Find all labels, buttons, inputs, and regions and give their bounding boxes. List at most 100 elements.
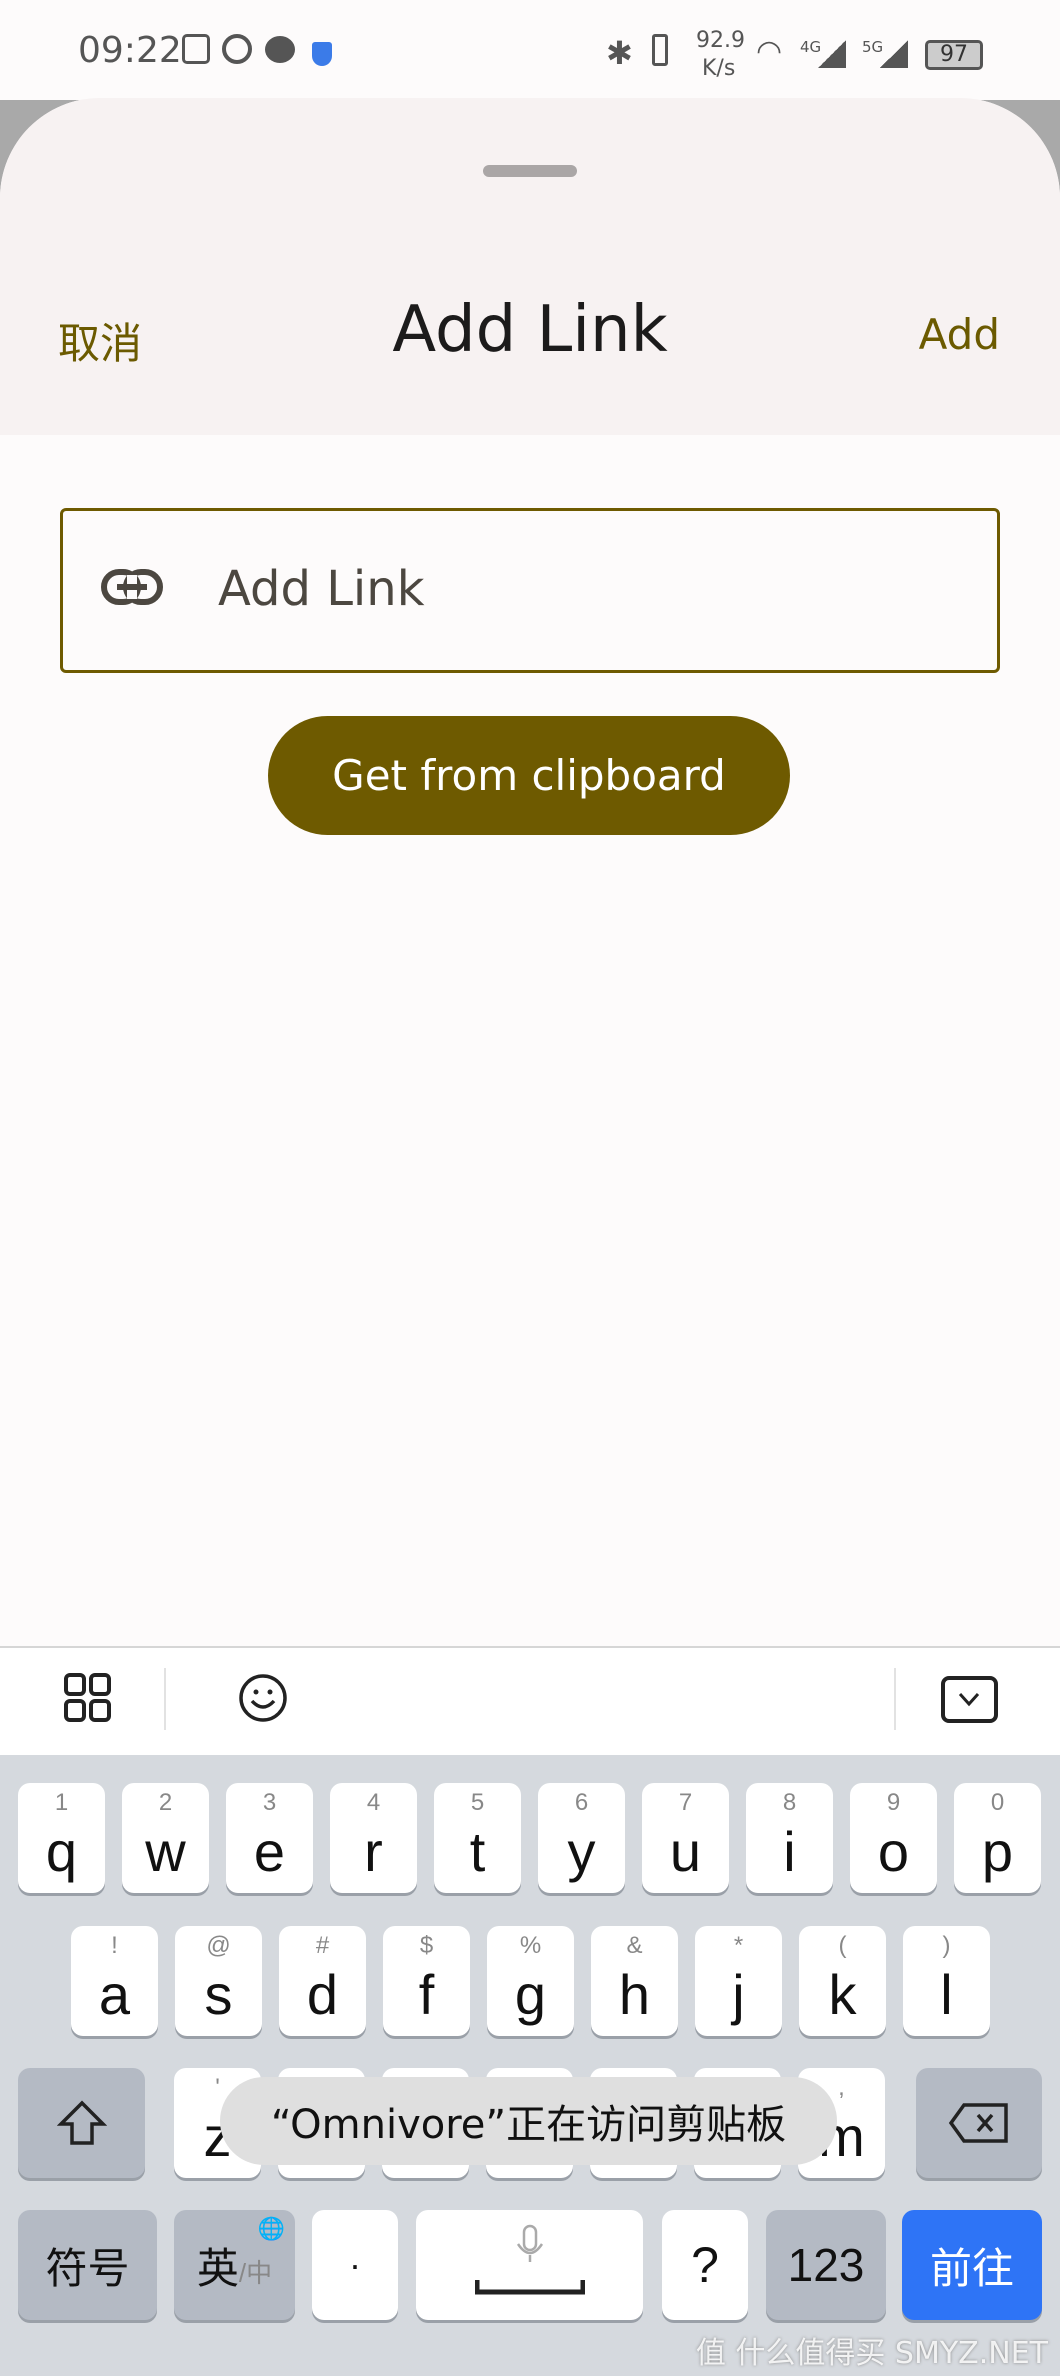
key-a[interactable]: ! a [71,1926,158,2036]
sheet-header: 取消 Add Link Add [0,98,1060,435]
status-bar: 09:22 ✱ 92.9 K/s ◠ 4G 5G 97 [0,0,1060,100]
keyboard-toolbar [0,1646,1060,1756]
key-secondary: # [315,1932,330,1959]
link-icon [101,569,163,605]
key-label: a [98,1962,131,2026]
emoji-icon[interactable] [238,1673,288,1723]
key-label: q [45,1819,78,1883]
signal-icon [880,40,908,68]
key-secondary: 7 [678,1789,693,1816]
go-key[interactable]: 前往 [902,2210,1042,2320]
key-secondary: @ [206,1932,231,1959]
key-label: w [145,1819,186,1883]
key-d[interactable]: # d [279,1926,366,2036]
alarm-icon [222,34,252,64]
key-secondary: 2 [158,1789,173,1816]
space-mic-icon [474,2224,585,2295]
net-speed: 92.9 [696,28,745,53]
key-e[interactable]: 3e [226,1783,313,1893]
key-secondary: * [733,1932,744,1959]
key-s[interactable]: @ s [175,1926,262,2036]
key-secondary: & [626,1932,643,1959]
lang-alt: /中 [238,2257,273,2288]
key-k[interactable]: (k [799,1926,886,2036]
key-l[interactable]: ) l [903,1926,990,2036]
key-label: p [981,1819,1014,1883]
shift-key[interactable] [18,2068,145,2178]
key-label: j [732,1962,745,2026]
key-label: r [364,1819,383,1883]
link-input[interactable]: Add Link [60,508,1000,673]
add-link-sheet: 取消 Add Link Add Add Link Get from clipbo… [0,98,1060,2376]
lang-main: 英 [196,2244,239,2292]
key-secondary: 1 [54,1789,69,1816]
key-label: g [514,1962,547,2026]
key-w[interactable]: 2w [122,1783,209,1893]
key-secondary: 0 [990,1789,1005,1816]
key-secondary: 5 [470,1789,485,1816]
key-label: i [783,1819,796,1883]
key-secondary: ! [111,1932,118,1959]
bluetooth-icon: ✱ [606,34,633,72]
backspace-icon [948,2103,1008,2143]
backspace-key[interactable] [916,2068,1042,2178]
key-r[interactable]: 4r [330,1783,417,1893]
clipboard-toast: “Omnivore”正在访问剪贴板 [220,2077,837,2165]
language-key[interactable]: 🌐 英/中 [174,2210,295,2320]
wifi-icon: ◠ [756,34,783,69]
watermark: 值 什么值得买 SMYZ.NET [695,2336,1048,2371]
add-button[interactable]: Add [919,310,1000,359]
key-y[interactable]: 6y [538,1783,625,1893]
key-t[interactable]: 5t [434,1783,521,1893]
key-secondary: 8 [782,1789,797,1816]
drag-handle[interactable] [483,165,577,177]
question-key[interactable]: ? [662,2210,748,2320]
key-g[interactable]: % g [487,1926,574,2036]
key-f[interactable]: $ f [383,1926,470,2036]
key-label: y [567,1819,596,1883]
key-secondary: ( [838,1932,847,1959]
key-j[interactable]: * j [695,1926,782,2036]
key-h[interactable]: & h [591,1926,678,2036]
key-u[interactable]: 7u [642,1783,729,1893]
key-o[interactable]: 9o [850,1783,937,1893]
signal-icon [818,40,846,68]
key-label: k [828,1962,857,2026]
key-secondary: 3 [262,1789,277,1816]
key-label: e [253,1819,286,1883]
symbols-key[interactable]: 符号 [18,2210,157,2320]
key-label: t [469,1819,486,1883]
key-label: l [940,1962,953,2026]
dot-key[interactable]: · [312,2210,398,2320]
page-title: Add Link [392,293,668,367]
space-key[interactable] [416,2210,643,2320]
key-label: u [669,1819,702,1883]
grid-icon[interactable] [64,1673,112,1723]
battery-icon: 97 [925,40,983,70]
key-label: f [418,1962,435,2026]
nfc-icon [182,34,210,64]
key-label: h [618,1962,651,2026]
key-secondary: $ [419,1932,434,1959]
key-label: d [306,1962,339,2026]
key-secondary: 6 [574,1789,589,1816]
numbers-key[interactable]: 123 [766,2210,886,2320]
shield-icon [312,42,332,66]
key-secondary: 9 [886,1789,901,1816]
key-label: s [204,1962,233,2026]
key-secondary: ) [942,1932,951,1959]
key-secondary: 4 [366,1789,381,1816]
link-placeholder: Add Link [218,561,425,617]
shift-icon [56,2100,107,2145]
vibrate-icon [652,34,668,66]
key-secondary: % [519,1932,542,1959]
keyboard: 符号 🌐 英/中 · ? 123 前往 1q2w3e4r5t6y7u8i9o0p… [0,1755,1060,2376]
key-i[interactable]: 8i [746,1783,833,1893]
key-q[interactable]: 1q [18,1783,105,1893]
clock: 09:22 [78,30,182,71]
message-icon [265,36,295,63]
key-p[interactable]: 0p [954,1783,1041,1893]
net-unit: K/s [702,56,736,81]
keyboard-hide-icon[interactable] [941,1676,999,1724]
get-from-clipboard-button[interactable]: Get from clipboard [268,716,790,835]
